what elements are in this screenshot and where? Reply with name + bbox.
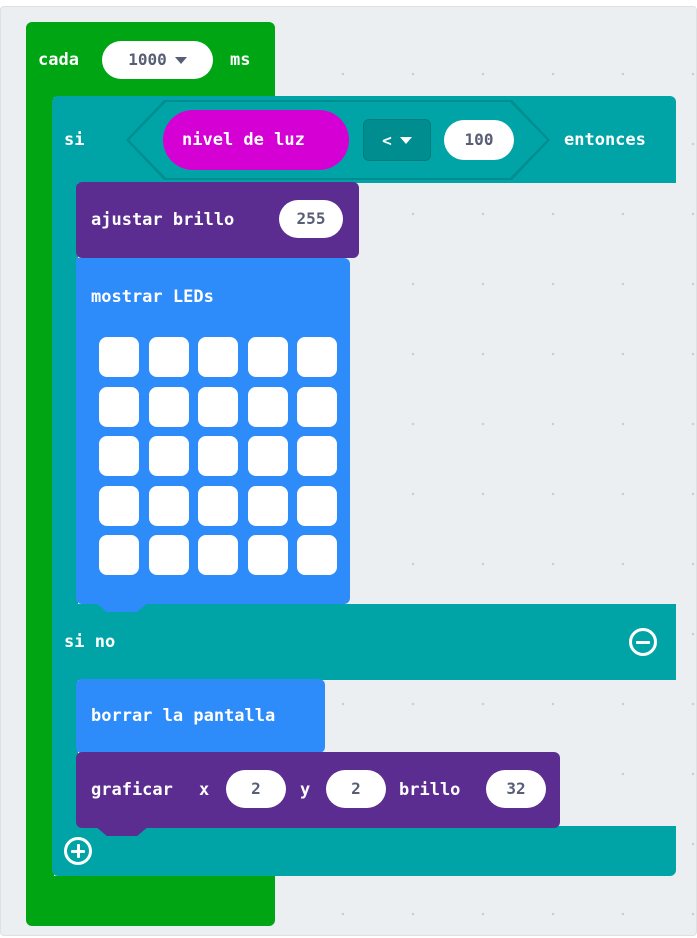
led-cell-r1-c3[interactable] xyxy=(247,386,288,427)
every-interval-block-footer xyxy=(26,876,275,926)
if-then-spine xyxy=(52,180,78,610)
plot-x-label: x xyxy=(199,780,210,800)
minus-circle-icon[interactable] xyxy=(629,628,657,656)
led-cell-r0-c2[interactable] xyxy=(198,337,238,377)
if-label: si xyxy=(64,130,85,150)
minus-bar xyxy=(636,640,650,644)
led-cell-r0-c4[interactable] xyxy=(297,337,337,377)
plot-y-value: 2 xyxy=(351,779,361,798)
operator-value: < xyxy=(382,130,392,150)
led-cell-r2-c3[interactable] xyxy=(247,436,288,476)
show-leds-label: mostrar LEDs xyxy=(91,287,214,307)
led-cell-r3-c1[interactable] xyxy=(148,485,189,526)
plot-brightness-label: brillo xyxy=(399,780,461,800)
led-cell-r3-c0[interactable] xyxy=(99,485,139,526)
led-cell-r3-c4[interactable] xyxy=(297,485,337,526)
brightness-input[interactable]: 255 xyxy=(279,200,343,238)
led-cell-r2-c0[interactable] xyxy=(99,436,139,476)
led-cell-r2-c4[interactable] xyxy=(297,436,337,476)
set-brightness-label: ajustar brillo xyxy=(91,210,235,230)
led-cell-r4-c0[interactable] xyxy=(99,535,139,575)
plot-brightness-value: 32 xyxy=(506,779,526,798)
led-cell-r1-c2[interactable] xyxy=(198,386,238,427)
led-cell-r3-c2[interactable] xyxy=(198,485,238,526)
plot-x-value: 2 xyxy=(251,779,261,798)
chevron-down-icon xyxy=(399,136,412,144)
led-cell-r4-c1[interactable] xyxy=(148,535,189,575)
led-cell-r4-c4[interactable] xyxy=(297,535,337,575)
led-cell-r0-c0[interactable] xyxy=(99,337,139,377)
plot-label: graficar xyxy=(91,780,173,800)
unit-label: ms xyxy=(230,50,251,70)
light-level-label: nivel de luz xyxy=(182,130,305,150)
plot-y-label: y xyxy=(300,780,311,800)
led-cell-r2-c1[interactable] xyxy=(148,436,189,476)
plot-y-input[interactable]: 2 xyxy=(326,770,386,808)
then-label: entonces xyxy=(564,130,646,150)
plot-x-input[interactable]: 2 xyxy=(226,770,286,808)
brightness-value: 255 xyxy=(296,209,326,228)
else-label: si no xyxy=(64,632,116,652)
led-cell-r1-c4[interactable] xyxy=(297,386,337,427)
led-cell-r1-c0[interactable] xyxy=(99,386,139,427)
every-interval-block-spine xyxy=(26,90,54,880)
plot-brightness-input[interactable]: 32 xyxy=(486,770,546,808)
plus-bar-v xyxy=(76,844,80,858)
led-cell-r4-c2[interactable] xyxy=(198,535,238,575)
every-label: cada xyxy=(38,50,79,70)
led-cell-r0-c3[interactable] xyxy=(247,337,288,377)
else-spine xyxy=(52,676,78,836)
led-cell-r3-c3[interactable] xyxy=(247,485,288,526)
if-else-footer xyxy=(52,826,676,876)
led-cell-r4-c3[interactable] xyxy=(247,535,288,575)
threshold-input[interactable]: 100 xyxy=(444,120,514,160)
led-cell-r0-c1[interactable] xyxy=(148,337,189,377)
threshold-value: 100 xyxy=(464,130,494,149)
led-cell-r1-c1[interactable] xyxy=(148,386,189,427)
led-cell-r2-c2[interactable] xyxy=(198,436,238,476)
clear-screen-label: borrar la pantalla xyxy=(91,706,276,726)
else-bar xyxy=(52,604,676,680)
interval-dropdown[interactable]: 1000 xyxy=(102,41,213,79)
interval-value: 1000 xyxy=(128,50,167,69)
plus-circle-icon[interactable] xyxy=(64,837,92,865)
operator-dropdown[interactable]: < xyxy=(363,119,431,161)
chevron-down-icon xyxy=(174,56,187,64)
